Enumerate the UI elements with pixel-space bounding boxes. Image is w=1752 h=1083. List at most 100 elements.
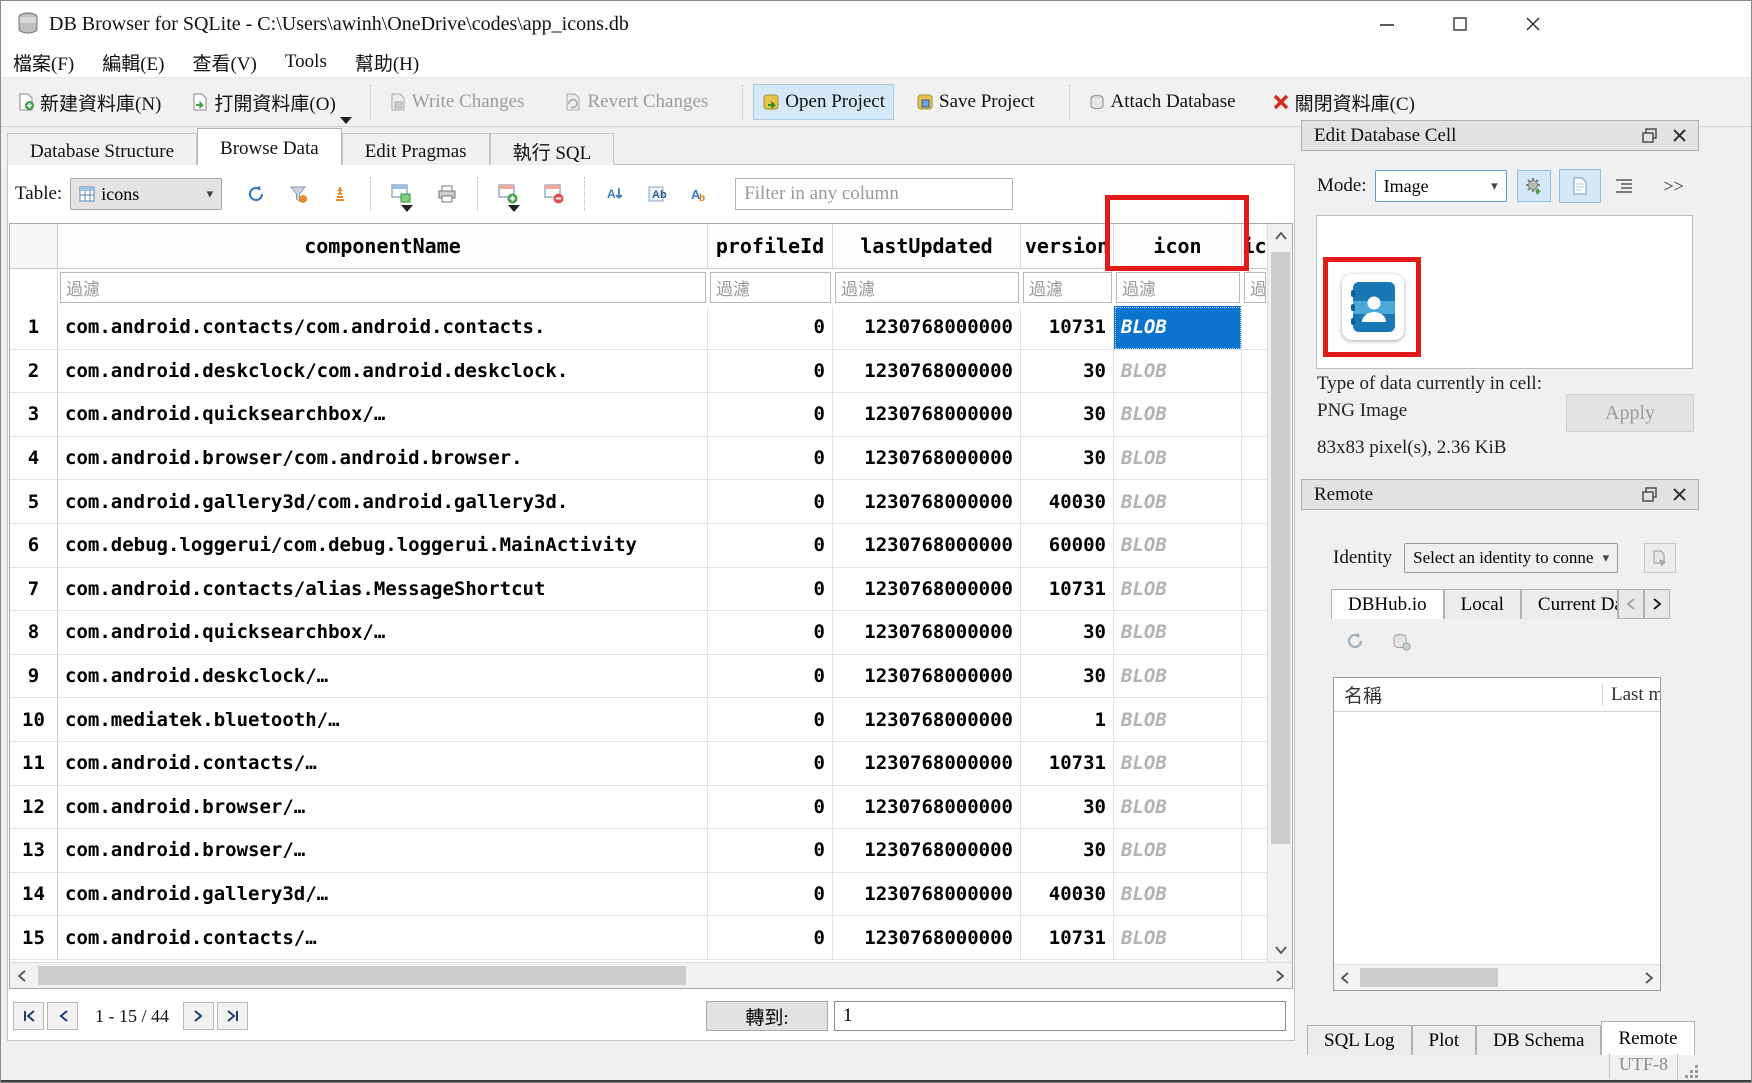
sort-az-button[interactable]: A — [603, 182, 627, 206]
global-filter-input[interactable]: Filter in any column — [735, 178, 1013, 210]
row-number[interactable]: 14 — [10, 873, 58, 917]
cell-profileId[interactable]: 0 — [708, 524, 833, 568]
cell-extra[interactable] — [1242, 873, 1268, 917]
cell-name[interactable]: com.android.browser/com.android.browser. — [58, 437, 708, 481]
scroll-right-icon[interactable] — [1268, 963, 1292, 988]
column-filter-input[interactable]: 過濾 — [710, 272, 831, 303]
column-header-version[interactable]: version — [1021, 224, 1114, 269]
import-data-button[interactable] — [1517, 170, 1551, 202]
cell-lastUpdated[interactable]: 1230768000000 — [833, 306, 1021, 350]
save-results-button[interactable] — [389, 182, 413, 206]
remote-upload-db-icon[interactable] — [1391, 631, 1411, 651]
row-number[interactable]: 10 — [10, 698, 58, 742]
dock-tab-plot[interactable]: Plot — [1412, 1025, 1477, 1055]
remote-col-name[interactable]: 名稱 — [1334, 681, 1602, 708]
open-database-dropdown-icon[interactable] — [340, 117, 352, 124]
menu-view[interactable]: 查看(V) — [193, 49, 257, 76]
cell-profileId[interactable]: 0 — [708, 829, 833, 873]
dock-tab-remote[interactable]: Remote — [1601, 1021, 1694, 1055]
attach-database-button[interactable]: Attach Database — [1080, 85, 1244, 119]
cell-lastUpdated[interactable]: 1230768000000 — [833, 480, 1021, 524]
maximize-button[interactable] — [1437, 9, 1483, 39]
grid-horizontal-scrollbar[interactable] — [10, 962, 1292, 988]
cell-icon[interactable]: BLOB — [1114, 393, 1242, 437]
column-filter-input[interactable]: 過濾 — [60, 272, 706, 303]
close-panel-icon[interactable] — [1673, 129, 1686, 142]
remote-tab-dbhub[interactable]: DBHub.io — [1331, 589, 1444, 619]
revert-changes-button[interactable]: Revert Changes — [556, 85, 716, 119]
cell-name[interactable]: com.android.contacts/com.android.contact… — [58, 306, 708, 350]
cell-icon[interactable]: BLOB — [1114, 480, 1242, 524]
mode-select[interactable]: Image ▾ — [1375, 170, 1507, 202]
row-number[interactable]: 1 — [10, 306, 58, 350]
row-number[interactable]: 3 — [10, 393, 58, 437]
cell-name[interactable]: com.mediatek.bluetooth/… — [58, 698, 708, 742]
cell-icon[interactable]: BLOB — [1114, 655, 1242, 699]
tab-browse-data[interactable]: Browse Data — [197, 128, 342, 165]
menu-tools[interactable]: Tools — [285, 51, 327, 73]
cell-extra[interactable] — [1242, 393, 1268, 437]
remote-refresh-icon[interactable] — [1345, 631, 1365, 651]
new-database-button[interactable]: 新建資料庫(N) — [9, 83, 169, 122]
cell-extra[interactable] — [1242, 480, 1268, 524]
toolbar-overflow-button[interactable]: >> — [1659, 170, 1689, 202]
cell-version[interactable]: 40030 — [1021, 480, 1114, 524]
print-button[interactable] — [435, 182, 459, 206]
apply-button[interactable]: Apply — [1566, 394, 1694, 432]
cell-extra[interactable] — [1242, 655, 1268, 699]
cell-name[interactable]: com.debug.loggerui/com.debug.loggerui.Ma… — [58, 524, 708, 568]
cell-version[interactable]: 30 — [1021, 393, 1114, 437]
cell-name[interactable]: com.android.quicksearchbox/… — [58, 393, 708, 437]
cell-icon[interactable]: BLOB — [1114, 568, 1242, 612]
row-number[interactable]: 2 — [10, 350, 58, 394]
cell-version[interactable]: 10731 — [1021, 916, 1114, 960]
clear-filters-button[interactable] — [328, 182, 352, 206]
cell-version[interactable]: 10731 — [1021, 742, 1114, 786]
column-header-profileId[interactable]: profileId — [708, 224, 833, 269]
cell-version[interactable]: 30 — [1021, 611, 1114, 655]
cell-icon[interactable]: BLOB — [1114, 611, 1242, 655]
cell-icon[interactable]: BLOB — [1114, 916, 1242, 960]
row-number[interactable]: 11 — [10, 742, 58, 786]
save-project-button[interactable]: Save Project — [908, 85, 1043, 119]
cell-extra[interactable] — [1242, 829, 1268, 873]
scroll-down-icon[interactable] — [1268, 938, 1293, 962]
cell-version[interactable]: 30 — [1021, 350, 1114, 394]
cell-extra[interactable] — [1242, 350, 1268, 394]
row-number[interactable]: 6 — [10, 524, 58, 568]
cell-name[interactable]: com.android.deskclock/com.android.deskcl… — [58, 350, 708, 394]
remote-list-hscrollbar[interactable] — [1334, 964, 1660, 990]
column-header-lastUpdated[interactable]: lastUpdated — [833, 224, 1021, 269]
cell-profileId[interactable]: 0 — [708, 480, 833, 524]
cell-lastUpdated[interactable]: 1230768000000 — [833, 437, 1021, 481]
cell-lastUpdated[interactable]: 1230768000000 — [833, 524, 1021, 568]
cell-name[interactable]: com.android.gallery3d/… — [58, 873, 708, 917]
goto-input[interactable]: 1 — [834, 1001, 1286, 1031]
insert-record-button[interactable] — [496, 182, 520, 206]
menu-edit[interactable]: 編輯(E) — [102, 49, 164, 76]
row-number[interactable]: 5 — [10, 480, 58, 524]
cell-icon[interactable]: BLOB — [1114, 698, 1242, 742]
cell-lastUpdated[interactable]: 1230768000000 — [833, 873, 1021, 917]
word-wrap-button[interactable] — [1607, 170, 1641, 202]
cell-name[interactable]: com.android.gallery3d/com.android.galler… — [58, 480, 708, 524]
dock-tab-db-schema[interactable]: DB Schema — [1476, 1025, 1601, 1055]
last-page-button[interactable] — [217, 1002, 248, 1030]
cell-version[interactable]: 10731 — [1021, 568, 1114, 612]
cell-name[interactable]: com.android.browser/… — [58, 829, 708, 873]
open-project-button[interactable]: Open Project — [753, 84, 894, 120]
cell-version[interactable]: 30 — [1021, 829, 1114, 873]
save-results-dropdown-icon[interactable] — [401, 205, 413, 212]
float-panel-icon[interactable] — [1642, 128, 1657, 143]
tab-edit-pragmas[interactable]: Edit Pragmas — [342, 133, 490, 165]
row-number[interactable]: 7 — [10, 568, 58, 612]
cell-version[interactable]: 30 — [1021, 437, 1114, 481]
column-filter-input[interactable]: 過濾 — [835, 272, 1019, 303]
next-page-button[interactable] — [183, 1002, 214, 1030]
cell-name[interactable]: com.android.deskclock/… — [58, 655, 708, 699]
cell-name[interactable]: com.android.contacts/alias.MessageShortc… — [58, 568, 708, 612]
cell-extra[interactable] — [1242, 524, 1268, 568]
row-number[interactable]: 4 — [10, 437, 58, 481]
tab-execute-sql[interactable]: 執行 SQL — [490, 133, 615, 165]
column-header-componentName[interactable]: componentName — [58, 224, 708, 269]
